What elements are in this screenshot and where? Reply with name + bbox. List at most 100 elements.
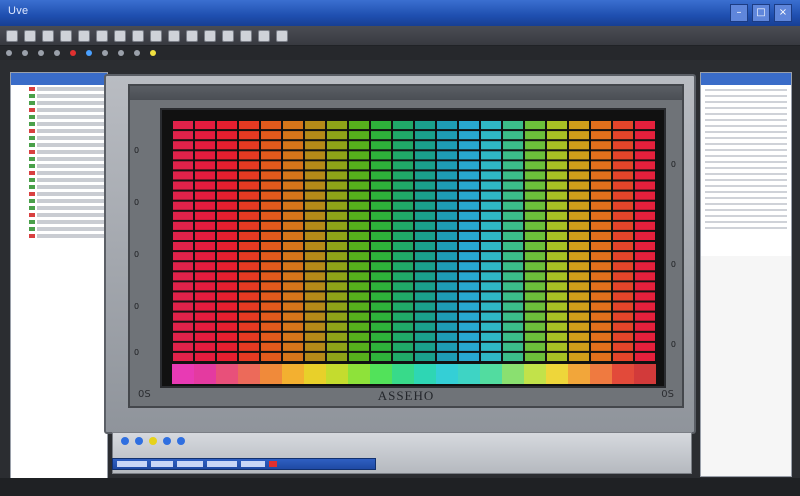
heatmap-cell — [503, 191, 523, 200]
minimize-button[interactable]: – — [730, 4, 748, 22]
toolbar-button[interactable] — [258, 29, 270, 42]
close-button[interactable]: × — [774, 4, 792, 22]
record-icon[interactable] — [70, 50, 76, 56]
heatmap-cell — [173, 181, 193, 190]
menu-dot-icon[interactable] — [134, 50, 140, 56]
heatmap-cell — [195, 312, 215, 321]
heatmap-cell — [195, 151, 215, 160]
heatmap-cell — [525, 302, 545, 311]
heatmap-cell — [569, 322, 589, 331]
heatmap-cell — [547, 221, 567, 230]
heatmap-cell — [349, 262, 369, 271]
toolbar-button[interactable] — [60, 29, 72, 42]
toolbar-button[interactable] — [42, 29, 54, 42]
heatmap-cell — [195, 332, 215, 341]
toolbar-button[interactable] — [204, 29, 216, 42]
row-cell — [37, 122, 107, 126]
heatmap-cell — [239, 121, 259, 130]
heatmap-cell — [613, 342, 633, 351]
menu-dot-icon[interactable] — [38, 50, 44, 56]
heatmap-cell — [349, 332, 369, 341]
heatmap-cell — [525, 292, 545, 301]
table-row — [29, 199, 107, 203]
left-data-panel — [10, 72, 108, 260]
heatmap-cell — [217, 322, 237, 331]
heatmap-cell — [305, 242, 325, 251]
heatmap-cell — [613, 231, 633, 240]
toolbar-button[interactable] — [96, 29, 108, 42]
left-panel-rows — [11, 85, 107, 238]
heatmap-cell — [283, 211, 303, 220]
heatmap-cell — [305, 252, 325, 261]
row-cell — [37, 115, 107, 119]
heatmap-cell — [217, 141, 237, 150]
heatmap-cell — [283, 131, 303, 140]
heatmap-cell — [305, 171, 325, 180]
heatmap-cell — [547, 292, 567, 301]
toolbar-button[interactable] — [6, 29, 18, 42]
heatmap-cell — [239, 312, 259, 321]
heatmap-cell — [371, 121, 391, 130]
menu-dot-icon[interactable] — [6, 50, 12, 56]
list-item — [705, 221, 787, 223]
menu-dot-icon[interactable] — [102, 50, 108, 56]
heatmap-cell — [195, 252, 215, 261]
heatmap-cell — [305, 181, 325, 190]
maximize-button[interactable]: □ — [752, 4, 770, 22]
menu-dot-icon[interactable] — [118, 50, 124, 56]
heatmap-cell — [217, 242, 237, 251]
toolbar-button[interactable] — [240, 29, 252, 42]
heatmap-cell — [283, 302, 303, 311]
menu-dot-icon[interactable] — [22, 50, 28, 56]
table-row — [29, 171, 107, 175]
heatmap-cell — [217, 352, 237, 361]
info-icon[interactable] — [86, 50, 92, 56]
heatmap-cell — [327, 221, 347, 230]
heatmap-cell — [547, 181, 567, 190]
zoom-icon[interactable] — [177, 437, 185, 445]
toolbar-button[interactable] — [186, 29, 198, 42]
table-row — [29, 164, 107, 168]
heatmap-cell — [195, 191, 215, 200]
y-tick-label: 0 — [134, 348, 140, 357]
heatmap-cell — [437, 121, 457, 130]
heatmap-cell — [283, 231, 303, 240]
heatmap-cell — [349, 221, 369, 230]
toolbar-button[interactable] — [78, 29, 90, 42]
spectrum-base-band — [172, 364, 194, 384]
row-cell — [37, 164, 107, 168]
heatmap-cell — [481, 312, 501, 321]
settings-icon[interactable] — [163, 437, 171, 445]
heatmap-cell — [261, 231, 281, 240]
toolbar-button[interactable] — [276, 29, 288, 42]
list-item — [705, 119, 787, 121]
spectrum-heatmap — [172, 121, 656, 384]
heatmap-cell — [547, 332, 567, 341]
toolbar-button[interactable] — [150, 29, 162, 42]
toolbar-button[interactable] — [222, 29, 234, 42]
toolbar-button[interactable] — [168, 29, 180, 42]
heatmap-cell — [371, 312, 391, 321]
list-item — [705, 215, 787, 217]
heatmap-cell — [393, 181, 413, 190]
heatmap-cell — [613, 141, 633, 150]
heatmap-cell — [371, 191, 391, 200]
play-icon[interactable] — [121, 437, 129, 445]
warning-icon[interactable] — [150, 50, 156, 56]
row-marker — [29, 94, 35, 98]
heatmap-cell — [261, 211, 281, 220]
heatmap-cell — [173, 332, 193, 341]
toolbar-button[interactable] — [24, 29, 36, 42]
toolbar-button[interactable] — [132, 29, 144, 42]
heatmap-cell — [349, 141, 369, 150]
heatmap-cell — [569, 292, 589, 301]
heatmap-cell — [415, 231, 435, 240]
heatmap-cell — [173, 312, 193, 321]
list-item — [705, 107, 787, 109]
heatmap-cell — [437, 282, 457, 291]
marker-icon[interactable] — [149, 437, 157, 445]
heatmap-cell — [591, 262, 611, 271]
toolbar-button[interactable] — [114, 29, 126, 42]
pause-icon[interactable] — [135, 437, 143, 445]
menu-dot-icon[interactable] — [54, 50, 60, 56]
